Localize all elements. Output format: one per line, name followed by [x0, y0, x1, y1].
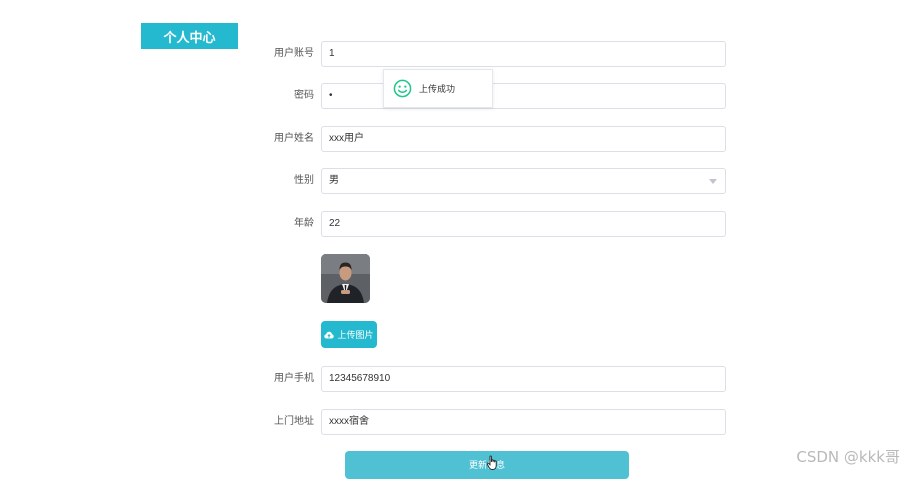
- toast-message: 上传成功: [419, 84, 456, 94]
- phone-label: 用户手机: [274, 373, 314, 384]
- account-input[interactable]: 1: [321, 41, 726, 67]
- form-row-account: 用户账号 1: [240, 41, 726, 67]
- phone-input[interactable]: 12345678910: [321, 366, 726, 392]
- tab-personal-center[interactable]: 个人中心: [141, 23, 238, 49]
- address-input[interactable]: xxxx宿舍: [321, 409, 726, 435]
- gender-select[interactable]: 男: [321, 168, 726, 194]
- address-label: 上门地址: [274, 416, 314, 427]
- chevron-down-icon: [709, 179, 717, 184]
- tab-personal-center-label: 个人中心: [163, 29, 216, 45]
- age-label: 年龄: [294, 218, 314, 229]
- success-toast: 上传成功: [383, 69, 493, 108]
- gender-select-value: 男: [329, 175, 339, 186]
- form-row-gender: 性别 男: [240, 168, 726, 194]
- avatar: [321, 254, 370, 303]
- smile-icon: [393, 79, 412, 98]
- form-row-address: 上门地址 xxxx宿舍: [240, 409, 726, 435]
- gender-label: 性别: [294, 175, 314, 186]
- form-row-age: 年龄 22: [240, 211, 726, 237]
- watermark: CSDN @kkk哥: [796, 448, 900, 466]
- cloud-upload-icon: [324, 331, 335, 338]
- hand-cursor-icon: [486, 455, 497, 470]
- username-label: 用户姓名: [274, 133, 314, 144]
- account-label: 用户账号: [274, 48, 314, 59]
- avatar-photo: [321, 254, 370, 303]
- password-label: 密码: [294, 90, 314, 101]
- upload-image-label: 上传图片: [337, 330, 374, 340]
- form-row-phone: 用户手机 12345678910: [240, 366, 726, 392]
- form-row-username: 用户姓名 xxx用户: [240, 126, 726, 152]
- upload-image-button[interactable]: 上传图片: [321, 321, 377, 348]
- password-input[interactable]: •: [321, 83, 726, 109]
- username-input[interactable]: xxx用户: [321, 126, 726, 152]
- age-input[interactable]: 22: [321, 211, 726, 237]
